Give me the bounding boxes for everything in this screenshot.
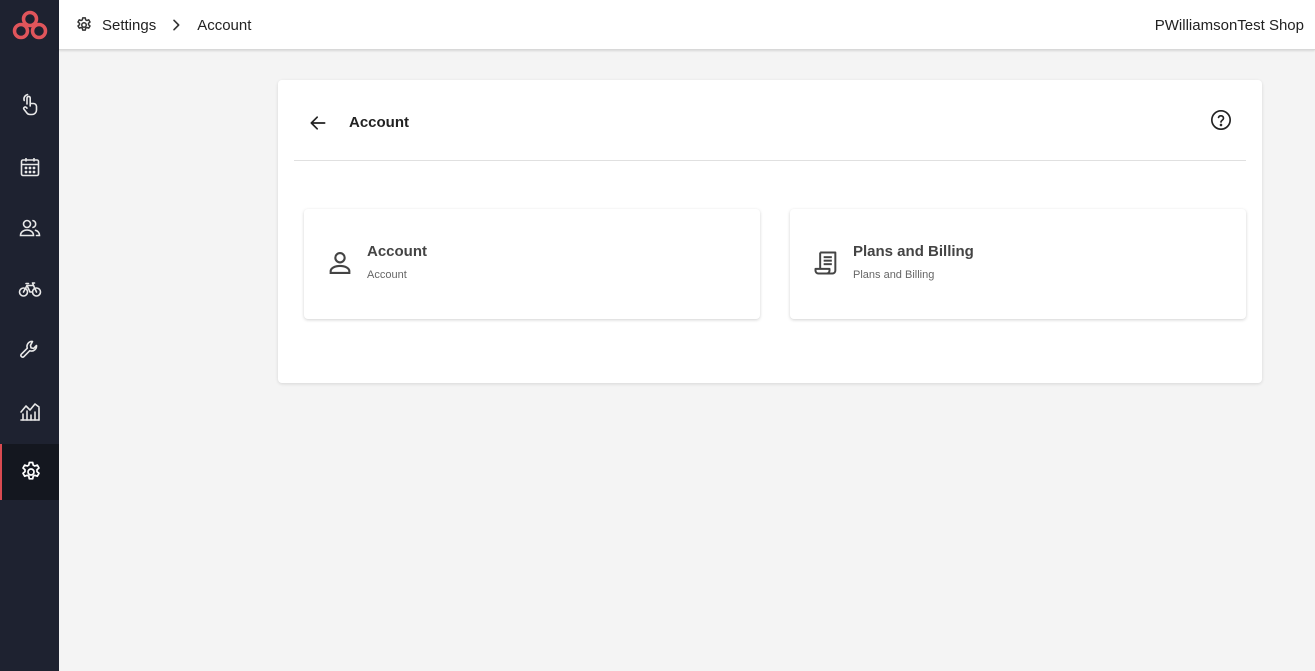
person-icon [329, 252, 351, 274]
help-icon[interactable] [1210, 109, 1232, 131]
account-card[interactable]: Account Account [304, 209, 760, 319]
logo[interactable] [0, 0, 59, 51]
sidebar-item-touch[interactable] [0, 77, 59, 133]
sidebar-item-bikes[interactable] [0, 261, 59, 317]
account-panel: Account Account Account Plans and Billin… [278, 80, 1262, 383]
card-subtitle: Account [367, 269, 407, 281]
breadcrumb-settings-link[interactable]: Settings [102, 17, 156, 34]
card-subtitle: Plans and Billing [853, 269, 935, 281]
sidebar-item-people[interactable] [0, 200, 59, 256]
bicycle-icon [18, 282, 41, 297]
sidebar-item-tools[interactable] [0, 322, 59, 378]
card-title: Account [367, 243, 427, 260]
back-button[interactable] [306, 111, 330, 135]
analytics-icon [19, 403, 40, 421]
breadcrumb: Settings Account [75, 0, 251, 50]
card-title: Plans and Billing [853, 243, 974, 260]
gear-icon [21, 461, 40, 480]
page-title: Account [349, 114, 409, 131]
calendar-icon [20, 158, 39, 177]
panel-header: Account [294, 80, 1246, 161]
plans-billing-card[interactable]: Plans and Billing Plans and Billing [790, 209, 1246, 319]
sidebar-item-analytics[interactable] [0, 383, 59, 439]
sidebar-item-calendar[interactable] [0, 139, 59, 195]
chevron-right-icon [173, 19, 180, 31]
breadcrumb-current: Account [197, 16, 252, 34]
shop-name[interactable]: PWilliamsonTest Shop [1155, 0, 1304, 50]
top-bar: Settings Account PWilliamsonTest Shop [59, 0, 1315, 50]
wrench-icon [19, 340, 37, 358]
logo-icon [12, 10, 47, 39]
sidebar [0, 0, 59, 671]
arrow-left-icon [310, 116, 326, 130]
settings-gear-icon [77, 17, 91, 31]
receipt-icon [814, 251, 837, 275]
sidebar-item-settings[interactable] [0, 444, 59, 500]
people-icon [19, 219, 40, 237]
touch-icon [22, 93, 37, 116]
